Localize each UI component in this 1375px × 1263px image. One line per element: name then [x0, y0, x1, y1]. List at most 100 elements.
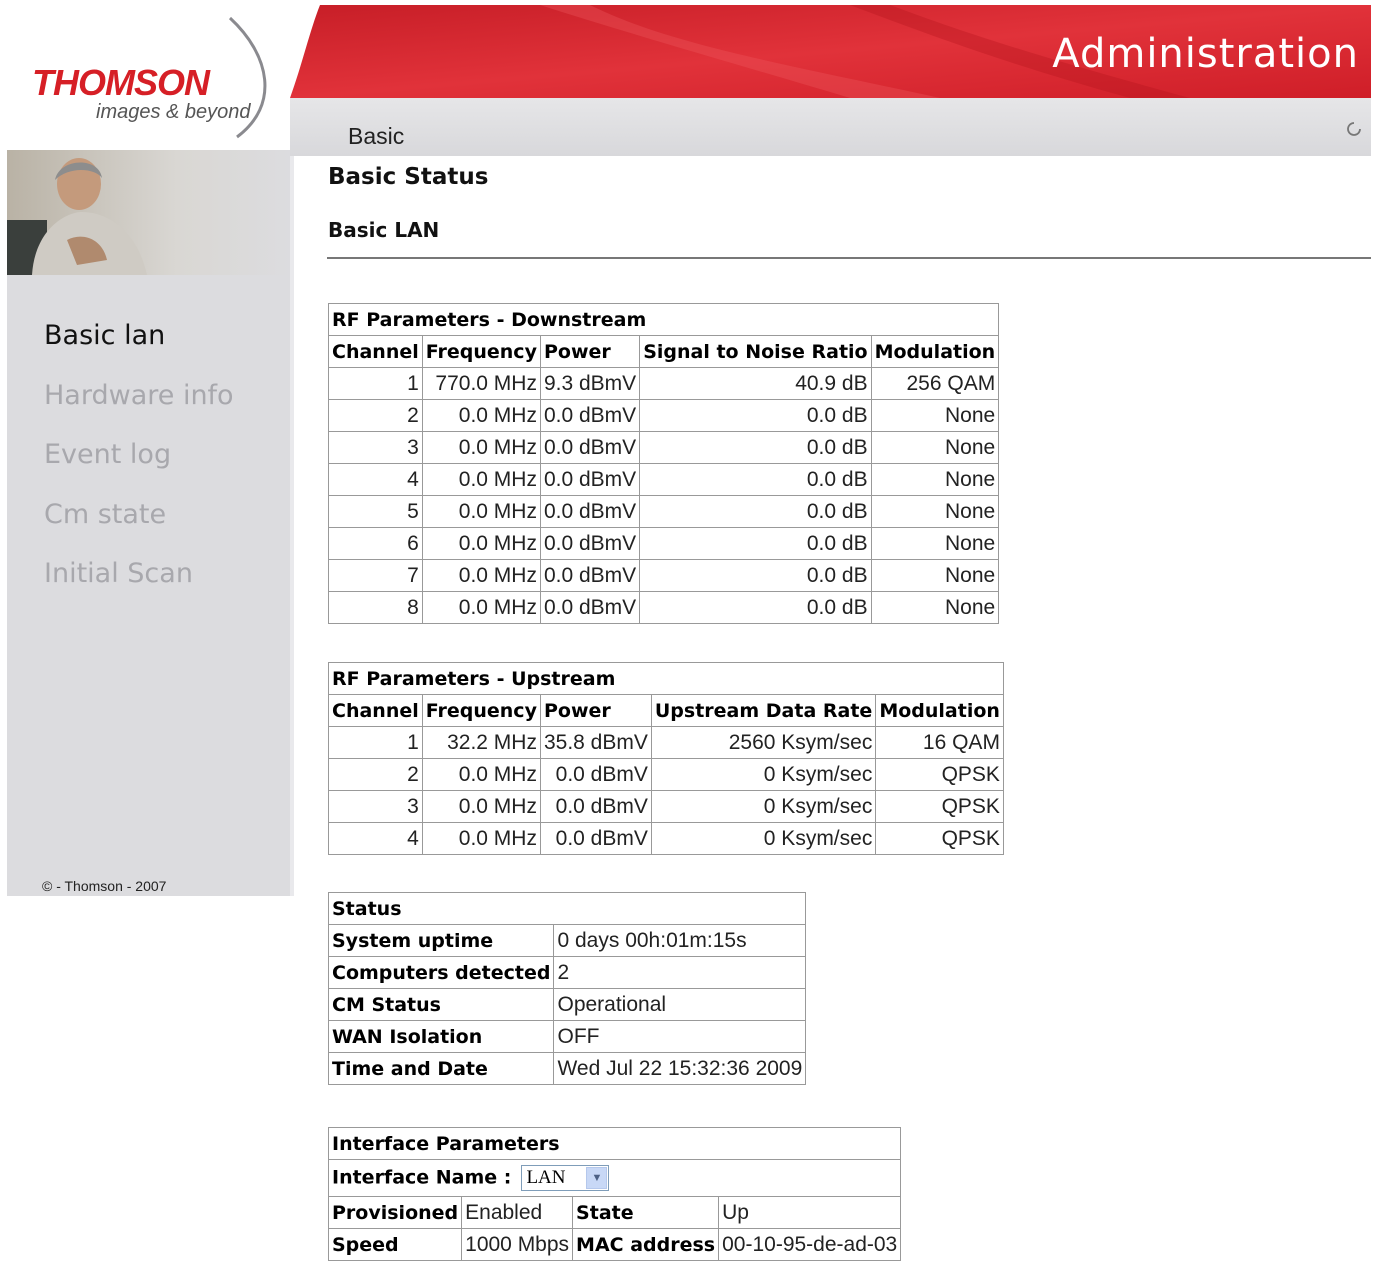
table-row: 6 0.0 MHz 0.0 dBmV 0.0 dB None — [328, 527, 1000, 560]
row-value: Up — [718, 1196, 902, 1229]
refresh-icon[interactable] — [1345, 120, 1363, 138]
page-header-title: Administration — [1052, 31, 1359, 77]
table-row: Time and Date Wed Jul 22 15:32:36 2009 — [327, 1052, 807, 1085]
cell: 0.0 MHz — [421, 559, 541, 592]
row-label: CM Status — [327, 988, 555, 1021]
table-caption: RF Parameters - Downstream — [327, 303, 1000, 336]
table-caption: RF Parameters - Upstream — [328, 662, 1004, 695]
cell: 35.8 dBmV — [539, 726, 652, 759]
cell: 0.0 dBmV — [539, 822, 652, 855]
column-header: Upstream Data Rate — [650, 694, 877, 727]
interface-select-value: LAN — [526, 1167, 566, 1188]
table-row: WAN Isolation OFF — [327, 1020, 807, 1053]
cell: 0.0 dBmV — [539, 559, 641, 592]
cell: 0.0 MHz — [421, 822, 541, 855]
cell: 0.0 dBmV — [539, 431, 641, 464]
sidebar-item-event-log[interactable]: Event log — [44, 437, 234, 497]
column-header: Power — [539, 335, 641, 368]
breadcrumb[interactable]: Basic — [348, 123, 404, 150]
cell: 3 — [328, 790, 423, 823]
cell: 0.0 MHz — [421, 463, 541, 496]
cell: 0.0 MHz — [421, 591, 541, 624]
logo-area: THOMSON images & beyond — [0, 0, 290, 148]
cell: 7 — [328, 559, 423, 592]
breadcrumb-bar: Basic — [290, 98, 1371, 156]
section-subtitle: Basic LAN — [328, 218, 440, 242]
cell: 0 Ksym/sec — [650, 790, 877, 823]
upstream-table: RF Parameters - Upstream Channel Frequen… — [328, 662, 1004, 855]
cell: 1 — [328, 726, 423, 759]
cell: 6 — [328, 527, 423, 560]
table-row: 5 0.0 MHz 0.0 dBmV 0.0 dB None — [328, 495, 1000, 528]
cell: 0.0 dBmV — [539, 463, 641, 496]
status-table: Status System uptime 0 days 00h:01m:15s … — [327, 892, 807, 1085]
cell: 256 QAM — [870, 367, 1000, 400]
cell: 0.0 dBmV — [539, 399, 641, 432]
cell: None — [870, 463, 1000, 496]
cell: 1 — [328, 367, 423, 400]
cell: 0.0 dB — [639, 399, 872, 432]
cell: 0.0 dBmV — [539, 527, 641, 560]
cell: 8 — [328, 591, 423, 624]
sidebar-item-hardware-info[interactable]: Hardware info — [44, 378, 234, 438]
row-label: MAC address — [572, 1228, 720, 1261]
cell: QPSK — [875, 822, 1004, 855]
table-row: 4 0.0 MHz 0.0 dBmV 0.0 dB None — [328, 463, 1000, 496]
row-label: System uptime — [327, 924, 555, 957]
cell: 0.0 dBmV — [539, 790, 652, 823]
cell: 0 Ksym/sec — [650, 758, 877, 791]
row-label: Time and Date — [327, 1052, 555, 1085]
cell: 0.0 dBmV — [539, 591, 641, 624]
sidebar-item-cm-state[interactable]: Cm state — [44, 497, 234, 557]
row-value: OFF — [553, 1020, 807, 1053]
cell: 770.0 MHz — [421, 367, 541, 400]
row-label: Provisioned — [327, 1196, 463, 1229]
sidebar-item-basic-lan[interactable]: Basic lan — [44, 318, 234, 378]
chevron-down-icon[interactable]: ▼ — [586, 1167, 608, 1189]
cell: 5 — [328, 495, 423, 528]
column-header: Signal to Noise Ratio — [639, 335, 872, 368]
cell: QPSK — [875, 758, 1004, 791]
column-header: Channel — [328, 335, 423, 368]
interface-table: Interface Parameters Interface Name : LA… — [327, 1127, 902, 1261]
table-caption: Status — [327, 892, 807, 925]
row-label: State — [572, 1196, 720, 1229]
row-value: 1000 Mbps — [461, 1228, 574, 1261]
interface-select[interactable]: LAN ▼ — [521, 1165, 610, 1191]
table-row: 7 0.0 MHz 0.0 dBmV 0.0 dB None — [328, 559, 1000, 592]
table-row: 8 0.0 MHz 0.0 dBmV 0.0 dB None — [328, 591, 1000, 624]
row-value: 0 days 00h:01m:15s — [553, 924, 807, 957]
row-label: Speed — [327, 1228, 463, 1261]
cell: 0.0 MHz — [421, 790, 541, 823]
table-row: 4 0.0 MHz 0.0 dBmV 0 Ksym/sec QPSK — [328, 822, 1004, 855]
row-label: Computers detected — [327, 956, 555, 989]
cell: 4 — [328, 463, 423, 496]
cell: None — [870, 495, 1000, 528]
cell: 2 — [328, 758, 423, 791]
cell: 0.0 dB — [639, 559, 872, 592]
cell: 0.0 dBmV — [539, 495, 641, 528]
cell: 0.0 dB — [639, 591, 872, 624]
cell: None — [870, 431, 1000, 464]
table-row: 1 770.0 MHz 9.3 dBmV 40.9 dB 256 QAM — [328, 367, 1000, 400]
interface-name-label: Interface Name : — [332, 1166, 512, 1189]
page-title: Basic Status — [328, 164, 489, 190]
sidebar-item-initial-scan[interactable]: Initial Scan — [44, 556, 234, 616]
cell: None — [870, 527, 1000, 560]
cell: None — [870, 591, 1000, 624]
cell: 0.0 dB — [639, 463, 872, 496]
column-header: Modulation — [875, 694, 1004, 727]
row-label: WAN Isolation — [327, 1020, 555, 1053]
row-value: 2 — [553, 956, 807, 989]
cell: 0.0 MHz — [421, 495, 541, 528]
cell: 0.0 dB — [639, 431, 872, 464]
cell: 0 Ksym/sec — [650, 822, 877, 855]
table-row: CM Status Operational — [327, 988, 807, 1021]
table-row: 3 0.0 MHz 0.0 dBmV 0.0 dB None — [328, 431, 1000, 464]
cell: QPSK — [875, 790, 1004, 823]
sidebar: Basic lan Hardware info Event log Cm sta… — [7, 150, 294, 896]
table-row: 2 0.0 MHz 0.0 dBmV 0 Ksym/sec QPSK — [328, 758, 1004, 791]
column-header: Power — [539, 694, 652, 727]
copyright: © - Thomson - 2007 — [42, 878, 167, 894]
divider — [327, 257, 1371, 259]
